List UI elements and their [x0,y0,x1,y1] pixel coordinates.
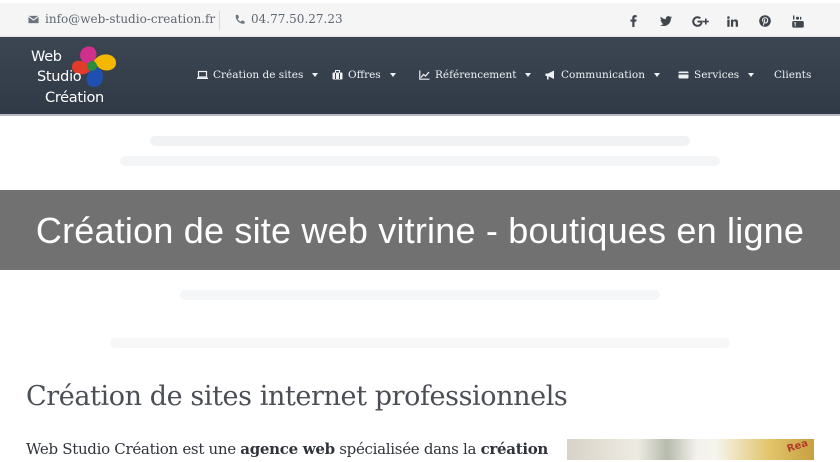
intro-paragraph: Web Studio Création est une agence web s… [26,440,548,458]
dropdown-caret-icon [653,73,660,77]
facebook-icon[interactable] [625,13,641,29]
nav-item-clients[interactable]: Clients [774,69,811,81]
dropdown-caret-icon [525,73,532,77]
intro-text: Web Studio Création est une [26,440,241,458]
dropdown-caret-icon [312,73,319,77]
section-title: Création de sites internet professionnel… [26,381,568,412]
email-contact[interactable]: info@web-studio-creation.fr [28,12,215,26]
phone-contact[interactable]: 04.77.50.27.23 [234,12,343,26]
phone-icon [235,14,245,24]
top-contact-bar: info@web-studio-creation.fr 04.77.50.27.… [0,0,840,37]
intro-keyword: agence web [240,440,335,458]
twitter-icon[interactable] [658,13,674,29]
background-blur-decoration [120,156,720,166]
featured-photo: Rea [567,439,814,460]
nav-label: Services [694,69,740,81]
dropdown-caret-icon [748,73,755,77]
nav-item-creation-de-sites[interactable]: Création de sites [197,69,319,81]
nav-item-offres[interactable]: Offres [332,69,396,81]
dropdown-caret-icon [389,73,396,77]
contact-divider [219,11,220,30]
nav-item-communication[interactable]: Communication [545,69,660,81]
nav-label: Communication [561,69,645,81]
web-studio-logo[interactable]: Web Studio Création [28,41,120,113]
hero-banner: Création de site web vitrine - boutiques… [0,190,840,270]
briefcase-icon [332,70,343,80]
envelope-icon [28,15,39,23]
email-text[interactable]: info@web-studio-creation.fr [45,12,215,26]
youtube-icon[interactable] [790,13,806,29]
logo-swirl-icon [72,46,116,87]
nav-item-services[interactable]: Services [678,69,755,81]
card-icon [678,71,689,79]
intro-next-line [26,458,546,462]
background-blur-decoration [110,338,730,348]
background-blur-decoration [180,290,660,300]
photo-stamp-decoration: Rea [785,439,810,456]
google-plus-icon[interactable] [690,13,710,29]
phone-text[interactable]: 04.77.50.27.23 [251,12,343,26]
nav-label: Référencement [435,69,517,81]
nav-item-referencement[interactable]: Référencement [419,69,532,81]
background-blur-decoration [150,136,690,146]
intro-keyword: création [480,440,549,458]
laptop-icon [197,70,208,79]
photo-shade [637,439,697,460]
nav-label: Clients [774,69,812,81]
pinterest-icon[interactable] [757,13,773,29]
logo-word-web: Web [31,49,62,65]
line-chart-icon [419,70,430,80]
hero-title: Création de site web vitrine - boutiques… [35,210,805,251]
logo-word-creation: Création [45,90,104,106]
nav-label: Création de sites [213,69,304,81]
bullhorn-icon [545,70,554,80]
linkedin-icon[interactable] [724,13,740,29]
main-navigation: Web Studio Création Création de sites Of… [0,37,840,116]
nav-label: Offres [348,69,381,81]
logo-word-studio: Studio [37,69,82,85]
intro-text: spécialisée dans la [334,440,481,458]
